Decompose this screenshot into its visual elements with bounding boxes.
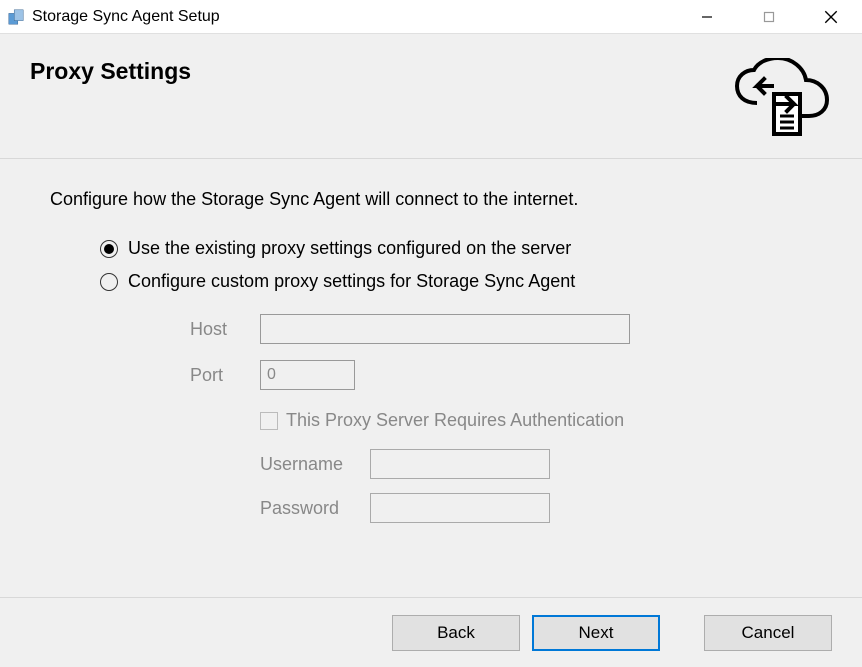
header-area: Proxy Settings bbox=[0, 34, 862, 159]
window-controls bbox=[676, 0, 862, 33]
radio-custom-proxy[interactable]: Configure custom proxy settings for Stor… bbox=[100, 271, 812, 292]
minimize-button[interactable] bbox=[676, 0, 738, 33]
radio-custom-label: Configure custom proxy settings for Stor… bbox=[128, 271, 575, 292]
host-input[interactable] bbox=[260, 314, 630, 344]
proxy-mode-group: Use the existing proxy settings configur… bbox=[50, 238, 812, 523]
auth-checkbox-row[interactable]: This Proxy Server Requires Authenticatio… bbox=[190, 410, 812, 431]
radio-existing-proxy[interactable]: Use the existing proxy settings configur… bbox=[100, 238, 812, 259]
titlebar: Storage Sync Agent Setup bbox=[0, 0, 862, 34]
content-area: Configure how the Storage Sync Agent wil… bbox=[0, 159, 862, 557]
host-label: Host bbox=[190, 319, 260, 340]
app-icon bbox=[6, 7, 26, 27]
username-label: Username bbox=[260, 454, 370, 475]
port-input[interactable] bbox=[260, 360, 355, 390]
auth-checkbox-label: This Proxy Server Requires Authenticatio… bbox=[286, 410, 624, 431]
back-button[interactable]: Back bbox=[392, 615, 520, 651]
radio-button-icon bbox=[100, 273, 118, 291]
radio-button-icon bbox=[100, 240, 118, 258]
checkbox-icon bbox=[260, 412, 278, 430]
intro-text: Configure how the Storage Sync Agent wil… bbox=[50, 189, 812, 210]
maximize-button[interactable] bbox=[738, 0, 800, 33]
password-input[interactable] bbox=[370, 493, 550, 523]
window-title: Storage Sync Agent Setup bbox=[32, 8, 676, 26]
cancel-button[interactable]: Cancel bbox=[704, 615, 832, 651]
cloud-sync-icon bbox=[732, 58, 832, 138]
username-input[interactable] bbox=[370, 449, 550, 479]
radio-existing-label: Use the existing proxy settings configur… bbox=[128, 238, 571, 259]
footer-buttons: Back Next Cancel bbox=[0, 597, 862, 667]
page-title: Proxy Settings bbox=[30, 58, 191, 85]
custom-proxy-form: Host Port This Proxy Server Requires Aut… bbox=[100, 304, 812, 523]
close-button[interactable] bbox=[800, 0, 862, 33]
port-label: Port bbox=[190, 365, 260, 386]
password-label: Password bbox=[260, 498, 370, 519]
next-button[interactable]: Next bbox=[532, 615, 660, 651]
